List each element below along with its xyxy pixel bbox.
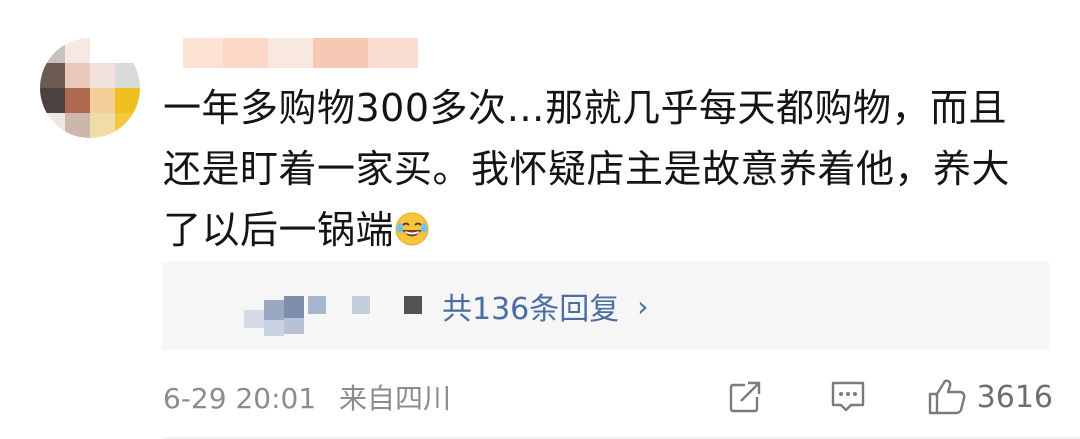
- share-icon: [729, 381, 761, 413]
- comment-meta: 6-29 20:01 来自四川: [163, 377, 451, 417]
- comment-text: 一年多购物300多次…那就几乎每天都购物，而且 还是盯着一家买。我怀疑店主是故意…: [163, 78, 1043, 261]
- username-blurred[interactable]: [183, 38, 418, 68]
- comment-line-1: 一年多购物300多次…那就几乎每天都购物，而且: [163, 86, 1008, 130]
- chevron-right-icon: ›: [637, 289, 649, 323]
- comment-footer: 6-29 20:01 来自四川 3616: [163, 375, 1053, 419]
- comment-actions: 3616: [727, 375, 1053, 419]
- comment-icon: [831, 381, 864, 412]
- laughing-tears-emoji-icon: [395, 212, 429, 246]
- avatar[interactable]: [40, 38, 140, 138]
- like-button[interactable]: 3616: [927, 378, 1053, 416]
- view-replies-link[interactable]: 共136条回复 ›: [442, 284, 648, 328]
- replies-preview[interactable]: 共136条回复 ›: [162, 262, 1050, 350]
- share-button[interactable]: [727, 379, 763, 415]
- comment-time: 6-29 20:01: [163, 382, 317, 415]
- comment-button[interactable]: [829, 379, 867, 415]
- like-count: 3616: [976, 379, 1053, 415]
- reply-avatars-blurred: [244, 296, 424, 336]
- comment-line-3: 了以后一锅端: [163, 208, 395, 252]
- comment-location: 来自四川: [339, 382, 452, 415]
- comment-line-2: 还是盯着一家买。我怀疑店主是故意养着他，养大: [163, 147, 1011, 191]
- reply-count-label: 共136条回复: [442, 292, 620, 327]
- like-icon: [928, 379, 966, 415]
